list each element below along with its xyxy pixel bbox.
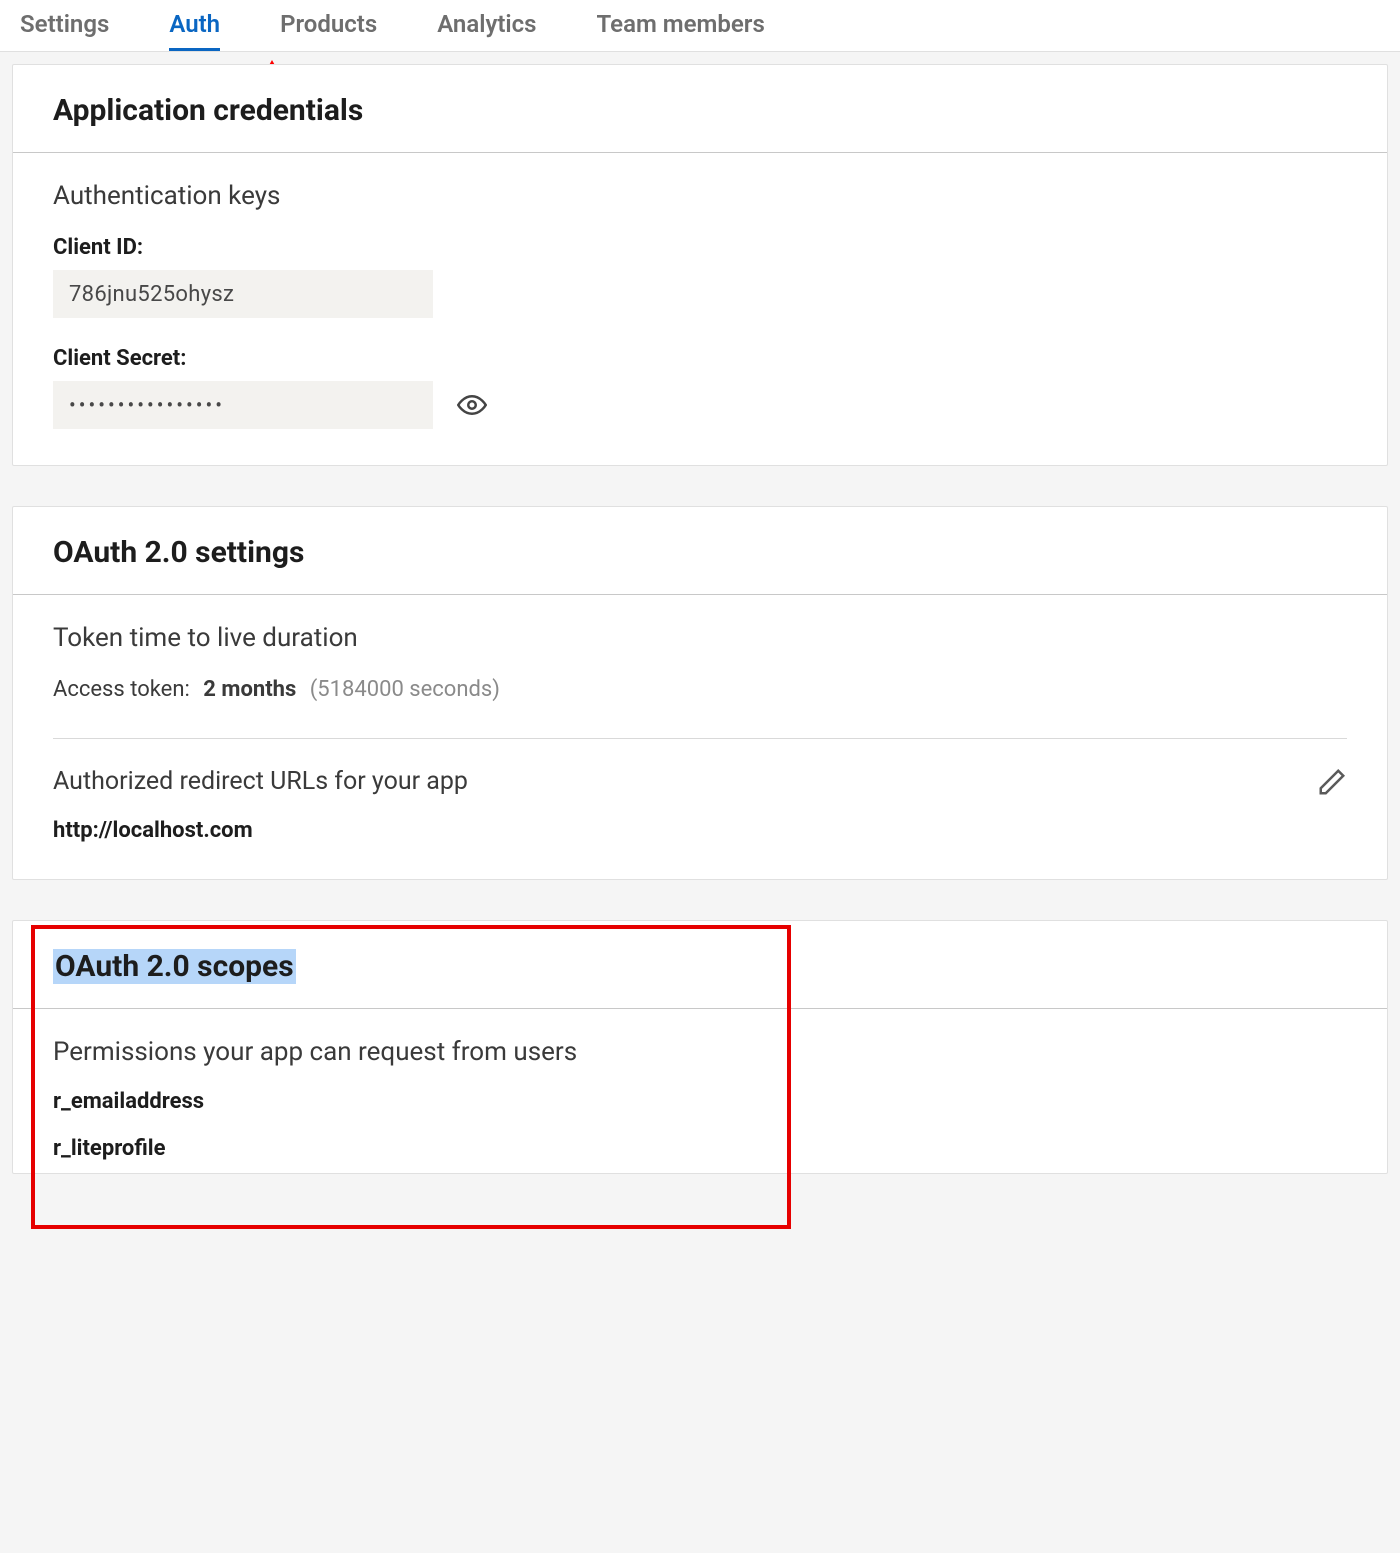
card-oauth-scopes: OAuth 2.0 scopes Permissions your app ca… [12, 920, 1388, 1174]
client-id-value[interactable]: 786jnu525ohysz [53, 270, 433, 318]
access-token-seconds: (5184000 seconds) [310, 677, 500, 702]
access-token-value: 2 months [203, 677, 296, 702]
scope-item: r_liteprofile [53, 1136, 1347, 1161]
access-token-line: Access token: 2 months (5184000 seconds) [53, 677, 1347, 702]
tab-team-members[interactable]: Team members [597, 0, 765, 51]
reveal-secret-button[interactable] [457, 390, 487, 420]
client-secret-label: Client Secret: [53, 346, 1347, 371]
tab-analytics[interactable]: Analytics [437, 0, 536, 51]
auth-keys-heading: Authentication keys [53, 181, 1347, 211]
access-token-label: Access token: [53, 677, 190, 702]
redirect-url-value: http://localhost.com [53, 818, 468, 843]
tab-products[interactable]: Products [280, 0, 377, 51]
card-oauth-settings: OAuth 2.0 settings Token time to live du… [12, 506, 1388, 880]
divider [53, 738, 1347, 739]
eye-icon [457, 390, 487, 420]
edit-redirect-urls-button[interactable] [1317, 767, 1347, 797]
scopes-subheading: Permissions your app can request from us… [53, 1037, 1347, 1067]
scope-item: r_emailaddress [53, 1089, 1347, 1114]
client-secret-value[interactable]: •••••••••••••••• [53, 381, 433, 429]
card-app-credentials: Application credentials Authentication k… [12, 64, 1388, 466]
token-ttl-heading: Token time to live duration [53, 623, 1347, 653]
pencil-icon [1317, 767, 1347, 797]
card-title-oauth-settings: OAuth 2.0 settings [53, 535, 1347, 570]
tab-auth[interactable]: Auth [169, 0, 220, 51]
tab-bar: Settings Auth Products Analytics Team me… [0, 0, 1400, 52]
client-id-label: Client ID: [53, 235, 1347, 260]
card-title-app-credentials: Application credentials [53, 93, 1347, 128]
redirect-urls-heading: Authorized redirect URLs for your app [53, 767, 468, 796]
card-title-oauth-scopes: OAuth 2.0 scopes [53, 949, 1347, 984]
tab-settings[interactable]: Settings [20, 0, 109, 51]
